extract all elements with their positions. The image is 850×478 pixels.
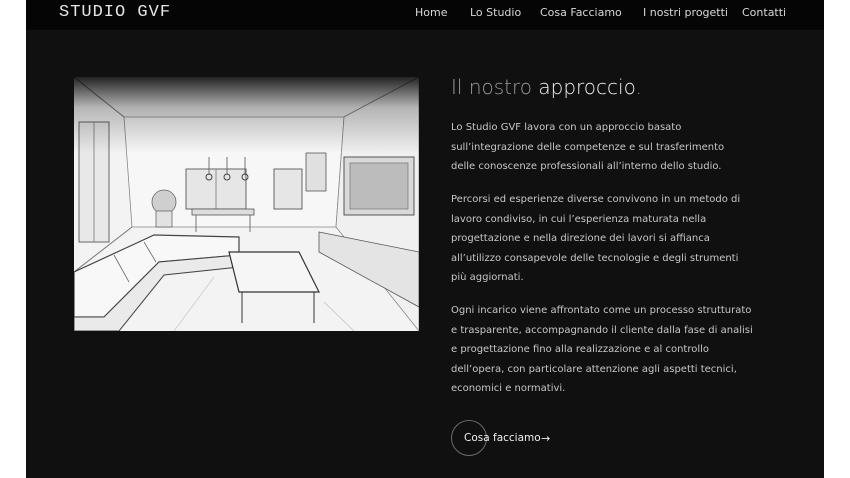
page-frame: STUDIO GVF Home Lo Studio Cosa Facciamo … <box>26 0 824 478</box>
nav-lo-studio[interactable]: Lo Studio <box>470 6 521 19</box>
button-label: Cosa facciamo <box>464 432 541 444</box>
interior-sketch-image <box>74 77 419 331</box>
paragraph-3: Ogni incarico viene affrontato come un p… <box>451 305 753 395</box>
title-strong: approccio <box>538 75 636 99</box>
site-header: STUDIO GVF Home Lo Studio Cosa Facciamo … <box>26 0 824 30</box>
nav-home[interactable]: Home <box>415 6 447 19</box>
title-light: Il nostro <box>451 75 539 99</box>
cosa-facciamo-button[interactable]: Cosa facciamo → <box>451 420 571 456</box>
nav-contatti[interactable]: Contatti <box>742 6 786 19</box>
approach-section: Il nostro approccio. Lo Studio GVF lavor… <box>451 75 753 394</box>
title-end: . <box>635 75 642 99</box>
arrow-right-icon: → <box>541 432 551 445</box>
paragraph-1: Lo Studio GVF lavora con un approccio ba… <box>451 122 725 173</box>
section-title: Il nostro approccio. <box>451 75 751 99</box>
paragraph-2: Percorsi ed esperienze diverse convivono… <box>451 194 741 284</box>
main-nav: Home Lo Studio Cosa Facciamo I nostri pr… <box>26 6 824 26</box>
nav-cosa-facciamo[interactable]: Cosa Facciamo <box>540 6 622 19</box>
nav-progetti[interactable]: I nostri progetti <box>643 6 728 19</box>
